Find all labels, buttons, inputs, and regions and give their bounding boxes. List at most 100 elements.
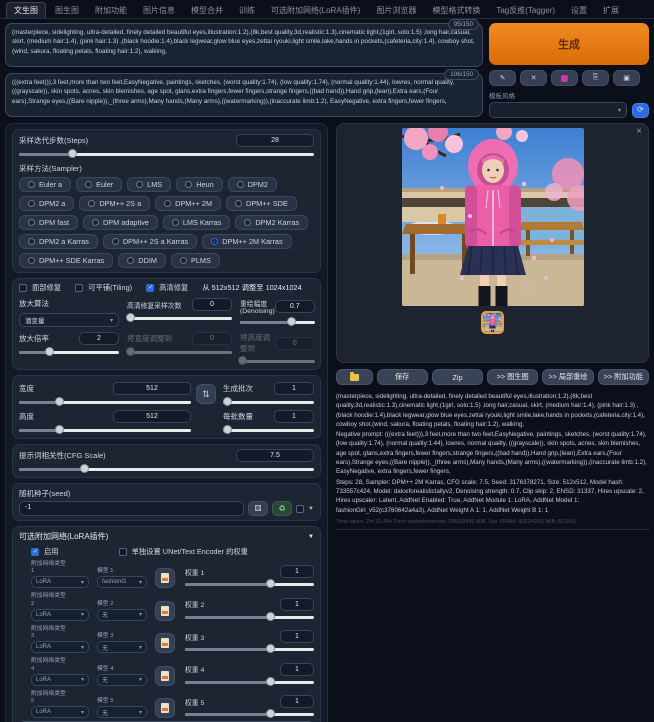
lora-weight-value[interactable]: 1	[280, 598, 314, 611]
sampler-option-dpm-adaptive[interactable]: DPM adaptive	[83, 215, 158, 230]
lora-weight-value[interactable]: 1	[280, 565, 314, 578]
lora-type-select[interactable]: LoRA▾	[31, 706, 89, 718]
sampler-option-heun[interactable]: Heun	[176, 177, 222, 192]
tab-11[interactable]: 设置	[564, 3, 594, 18]
seed-input[interactable]: -1	[19, 501, 244, 516]
tab-7[interactable]: 可选附加网络(LoRA插件)	[264, 3, 367, 18]
lora-browse-button[interactable]	[155, 601, 175, 621]
tiling-checkbox[interactable]: 可平铺(Tiling)	[75, 283, 132, 293]
sampler-option-dpm-2m-karras[interactable]: DPM++ 2M Karras	[202, 234, 291, 249]
style-select[interactable]: ▾	[489, 102, 627, 118]
sampler-option-lms[interactable]: LMS	[127, 177, 171, 192]
reuse-seed-button[interactable]: ♻	[272, 501, 292, 516]
lora-model-select[interactable]: fashionG▾	[97, 576, 147, 588]
lora-model-select[interactable]: 无▾	[97, 641, 147, 653]
sampler-option-dpm2-a[interactable]: DPM2 a	[19, 196, 74, 211]
lora-weight-slider[interactable]	[185, 613, 314, 621]
lora-type-select[interactable]: LoRA▾	[31, 609, 89, 621]
sampler-option-label: Euler	[96, 180, 113, 189]
paste-params-button[interactable]: ✎	[489, 70, 516, 86]
sampler-option-dpm-fast[interactable]: DPM fast	[19, 215, 78, 230]
lora-type-select[interactable]: LoRA▾	[31, 674, 89, 686]
sampler-option-dpm2[interactable]: DPM2	[228, 177, 277, 192]
swap-dimensions-button[interactable]: ⇅	[196, 384, 216, 404]
send-to-inpaint-button[interactable]: >> 局部重绘	[542, 369, 593, 385]
send-to-img2img-button[interactable]: >> 图生图	[487, 369, 538, 385]
close-icon[interactable]: ×	[636, 126, 642, 137]
tab-5[interactable]: 模型合并	[184, 3, 230, 18]
sampler-option-dpm2-karras[interactable]: DPM2 Karras	[235, 215, 308, 230]
lora-browse-button[interactable]	[155, 633, 175, 653]
lora-type-select[interactable]: LoRA▾	[31, 641, 89, 653]
lora-weight-value[interactable]: 1	[280, 695, 314, 708]
sampler-option-dpm-2s-a[interactable]: DPM++ 2S a	[79, 196, 150, 211]
lora-weight-slider[interactable]	[185, 645, 314, 653]
sampler-option-euler[interactable]: Euler	[76, 177, 122, 192]
upscaler-select[interactable]: 潜变量▾	[19, 313, 119, 327]
gallery-thumbnail[interactable]	[481, 311, 504, 334]
lora-accordion-header[interactable]: 可选附加网络(LoRA插件)▼	[19, 531, 314, 542]
batch-count-slider[interactable]	[223, 398, 314, 406]
restore-faces-checkbox[interactable]: 面部修复	[19, 283, 61, 293]
sampler-option-plms[interactable]: PLMS	[171, 253, 220, 268]
extra-networks-button[interactable]	[551, 70, 578, 86]
lora-weight-slider[interactable]	[185, 710, 314, 718]
save-button[interactable]: 保存	[377, 369, 428, 385]
style-refresh-button[interactable]: ⟳	[632, 103, 649, 118]
random-seed-button[interactable]: ⚄	[248, 501, 268, 516]
width-slider[interactable]	[19, 398, 191, 406]
zip-button[interactable]: Zip	[432, 369, 483, 385]
sampler-option-dpm-sde-karras[interactable]: DPM++ SDE Karras	[19, 253, 113, 268]
cfg-slider[interactable]	[19, 465, 314, 473]
send-to-extras-button[interactable]: >> 附加功能	[598, 369, 649, 385]
lora-weight-value[interactable]: 1	[280, 663, 314, 676]
tab-1[interactable]: 文生图	[6, 2, 46, 18]
style-dropdown-label: 模板风格	[489, 90, 649, 100]
sampler-option-dpm2-a-karras[interactable]: DPM2 a Karras	[19, 234, 98, 249]
tab-4[interactable]: 图片信息	[136, 3, 182, 18]
lora-model-select[interactable]: 无▾	[97, 706, 147, 718]
open-folder-button[interactable]	[336, 369, 373, 385]
lora-model-select[interactable]: 无▾	[97, 609, 147, 621]
sampler-option-euler-a[interactable]: Euler a	[19, 177, 71, 192]
lora-enable-checkbox[interactable]: 启用	[31, 547, 59, 557]
clear-prompt-button[interactable]: ✕	[520, 70, 547, 86]
extra-seed-checkbox[interactable]	[296, 505, 304, 513]
tab-2[interactable]: 图生图	[48, 3, 86, 18]
lora-weight-slider[interactable]	[185, 678, 314, 686]
lora-type-group: 附加网络类型1LoRA▾	[31, 561, 89, 588]
lora-weight-slider[interactable]	[185, 580, 314, 588]
hires-fix-checkbox[interactable]: 高清修复	[146, 283, 188, 293]
apply-style-button[interactable]: ⎘	[582, 70, 609, 86]
height-slider[interactable]	[19, 426, 191, 434]
tab-3[interactable]: 附加功能	[88, 3, 134, 18]
sampler-option-dpm-2m[interactable]: DPM++ 2M	[155, 196, 221, 211]
hires-steps-slider[interactable]	[127, 314, 232, 322]
lora-model-select[interactable]: 无▾	[97, 674, 147, 686]
denoising-slider[interactable]	[240, 318, 315, 326]
steps-slider[interactable]	[19, 150, 314, 158]
positive-prompt-input[interactable]: (masterpiece, sidelighting, ultra-detail…	[5, 23, 483, 67]
sampler-option-lms-karras[interactable]: LMS Karras	[163, 215, 231, 230]
batch-size-slider[interactable]	[223, 426, 314, 434]
sampler-option-dpm-sde[interactable]: DPM++ SDE	[226, 196, 297, 211]
lora-type-select[interactable]: LoRA▾	[31, 576, 89, 588]
tab-8[interactable]: 图片浏览器	[369, 3, 423, 18]
negative-prompt-input[interactable]: (((extra feet))),3 feet,more than two fe…	[5, 73, 483, 117]
lora-browse-button[interactable]	[155, 666, 175, 686]
tab-6[interactable]: 训练	[232, 3, 262, 18]
sampler-option-ddim[interactable]: DDIM	[118, 253, 166, 268]
generated-image[interactable]	[402, 128, 584, 306]
tab-10[interactable]: Tag反推(Tagger)	[489, 3, 562, 18]
tab-12[interactable]: 扩展	[596, 3, 626, 18]
tab-9[interactable]: 模型格式转换	[425, 3, 487, 18]
generate-button[interactable]: 生成	[489, 23, 649, 65]
lora-browse-button[interactable]	[155, 698, 175, 718]
steps-value[interactable]: 28	[236, 134, 314, 147]
lora-weight-value[interactable]: 1	[280, 630, 314, 643]
upscale-by-slider[interactable]	[19, 348, 119, 356]
save-style-button[interactable]: ▣	[613, 70, 640, 86]
sampler-option-dpm-2s-a-karras[interactable]: DPM++ 2S a Karras	[103, 234, 197, 249]
lora-separate-weights-checkbox[interactable]: 单独设置 UNet/Text Encoder 的权重	[119, 547, 248, 557]
lora-browse-button[interactable]	[155, 568, 175, 588]
